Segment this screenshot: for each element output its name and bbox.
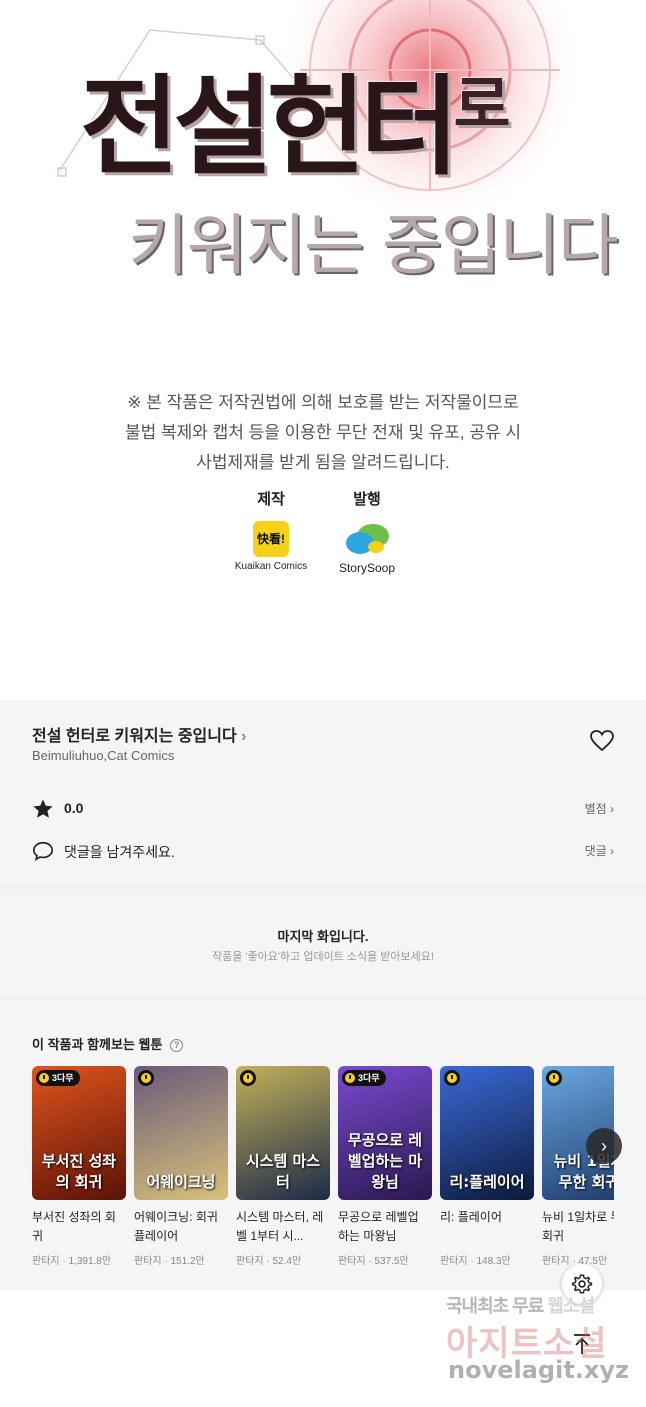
- notice-line: ※ 본 작품은 저작권법에 의해 보호를 받는 저작물이므로: [127, 393, 519, 412]
- title-artwork: 전설헌터로 키워지는 중입니다: [0, 0, 646, 300]
- rating-value: 0.0: [64, 800, 84, 816]
- page: 전설헌터로 키워지는 중입니다 ※ 본 작품은 저작권법에 의해 보호를 받는 …: [0, 0, 646, 1407]
- watermark-url: novelagit.xyz: [448, 1356, 630, 1384]
- production-credit: 제작 快看! Kuaikan Comics: [216, 488, 326, 572]
- notice-line: 불법 복제와 캡처 등을 이용한 무단 전재 및 유포, 공유 시: [124, 423, 522, 442]
- help-icon[interactable]: ?: [170, 1039, 184, 1052]
- recommend-item-meta: 판타지 · 52.4만: [236, 1256, 302, 1267]
- recommend-item[interactable]: 3다무 부서진 성좌의 회귀 부서진 성좌의 회귀 판타지 · 1,391.8만: [32, 1066, 126, 1267]
- series-title-link[interactable]: 전설 헌터로 키워지는 중입니다 ›: [32, 722, 246, 746]
- recommend-item[interactable]: 3다무무공으로 레벨업하는 마왕님무공으로 레벨업 하는 마왕님판타지 · 53…: [338, 1066, 432, 1267]
- recommend-item[interactable]: 시스템 마스터시스템 마스터, 레벨 1부터 시... 판타지 · 52.4만: [236, 1066, 330, 1267]
- wait-free-badge: [444, 1070, 460, 1086]
- comment-link[interactable]: 댓글 ›: [585, 842, 614, 859]
- clock-icon: [141, 1073, 151, 1083]
- wait-free-badge: 3다무: [342, 1070, 386, 1086]
- copyright-notice: ※ 본 작품은 저작권법에 의해 보호를 받는 저작물이므로 불법 복제와 캡처…: [0, 388, 646, 478]
- recommend-item-meta: 판타지 · 148.3만: [440, 1256, 511, 1267]
- star-icon: [33, 799, 53, 818]
- recommend-thumbnail: 시스템 마스터: [236, 1066, 330, 1200]
- publisher-name: StorySoop: [338, 561, 396, 575]
- rating-row[interactable]: 0.0 별점 ›: [32, 796, 614, 822]
- recommend-thumbnail: 리:플레이어: [440, 1066, 534, 1200]
- recommend-item[interactable]: 뉴비 1일차 무한 회귀뉴비 1일차로 무한 회귀판타지 · 47.5만: [542, 1066, 614, 1267]
- kuaikan-logo: 快看!: [253, 521, 289, 557]
- recommend-item-title: 시스템 마스터, 레벨 1부터 시...: [236, 1210, 324, 1243]
- clock-icon: [447, 1073, 457, 1083]
- comment-icon: [33, 841, 53, 861]
- chevron-right-icon: ›: [241, 728, 247, 745]
- clock-icon: [39, 1073, 49, 1083]
- heart-icon: [590, 730, 614, 752]
- production-label: 제작: [257, 491, 285, 508]
- thumbnail-title-art: 어웨이크닝: [146, 1173, 216, 1191]
- recommend-item-title: 무공으로 레벨업 하는 마왕님: [338, 1210, 419, 1243]
- recommend-item-title: 뉴비 1일차로 무한 회귀: [542, 1210, 614, 1243]
- wait-free-badge: [546, 1070, 562, 1086]
- comment-row[interactable]: 댓글을 남겨주세요. 댓글 ›: [32, 838, 614, 864]
- recommend-item-title: 리: 플레이어: [440, 1210, 502, 1224]
- clock-icon: [243, 1073, 253, 1083]
- recommend-thumbnail: 3다무무공으로 레벨업하는 마왕님: [338, 1066, 432, 1200]
- wait-free-badge: [240, 1070, 256, 1086]
- thumbnail-title-art: 부서진 성좌의 회귀: [41, 1152, 117, 1191]
- recommend-item-meta: 판타지 · 151.2만: [134, 1256, 205, 1267]
- title-art-line1: 전설헌터로: [80, 64, 511, 190]
- comment-prompt: 댓글을 남겨주세요.: [64, 844, 175, 860]
- recommend-item-meta: 판타지 · 1,391.8만: [32, 1256, 112, 1267]
- rating-link[interactable]: 별점 ›: [585, 800, 614, 817]
- thumbnail-title-art: 무공으로 레벨업하는 마왕님: [347, 1131, 423, 1191]
- last-episode-subtitle: 작품을 '좋아요'하고 업데이트 소식을 받아보세요!: [212, 951, 434, 963]
- recommend-item[interactable]: 리:플레이어리: 플레이어판타지 · 148.3만: [440, 1066, 534, 1267]
- recommend-title: 이 작품과 함께보는 웹툰 ?: [32, 1034, 184, 1053]
- like-button[interactable]: [590, 730, 614, 757]
- publisher-label: 발행: [353, 491, 381, 508]
- recommend-item-meta: 판타지 · 537.5만: [338, 1256, 409, 1267]
- series-authors: Beimuliuhuo,Cat Comics: [32, 748, 175, 763]
- thumbnail-title-art: 리:플레이어: [449, 1173, 525, 1191]
- recommend-item-title: 어웨이크닝: 회귀 플레이어: [134, 1210, 218, 1243]
- production-name: Kuaikan Comics: [234, 561, 308, 572]
- wait-free-badge: [138, 1070, 154, 1086]
- wait-free-badge: 3다무: [36, 1070, 80, 1086]
- last-episode-title: 마지막 화입니다.: [277, 929, 369, 944]
- storysoop-logo: [340, 521, 394, 557]
- recommend-thumbnail: 어웨이크닝: [134, 1066, 228, 1200]
- recommend-item[interactable]: 어웨이크닝어웨이크닝: 회귀 플레이어판타지 · 151.2만: [134, 1066, 228, 1267]
- watermark-tagline: 국내최초 무료 웹소설: [446, 1296, 595, 1316]
- recommend-thumbnail: 3다무부서진 성좌의 회귀: [32, 1066, 126, 1200]
- recommend-item-title: 부서진 성좌의 회귀: [32, 1210, 116, 1243]
- clock-icon: [549, 1073, 559, 1083]
- next-arrow-button[interactable]: ›: [586, 1128, 622, 1164]
- clock-icon: [345, 1073, 355, 1083]
- title-art-line2: 키워지는 중입니다: [128, 207, 619, 284]
- notice-line: 사법제재를 받게 됨을 알려드립니다.: [196, 453, 450, 472]
- thumbnail-title-art: 시스템 마스터: [245, 1152, 321, 1191]
- recommend-list: 3다무 부서진 성좌의 회귀 부서진 성좌의 회귀 판타지 · 1,391.8만 어웨이…: [32, 1066, 614, 1286]
- publisher-credit: 발행 StorySoop: [312, 488, 422, 575]
